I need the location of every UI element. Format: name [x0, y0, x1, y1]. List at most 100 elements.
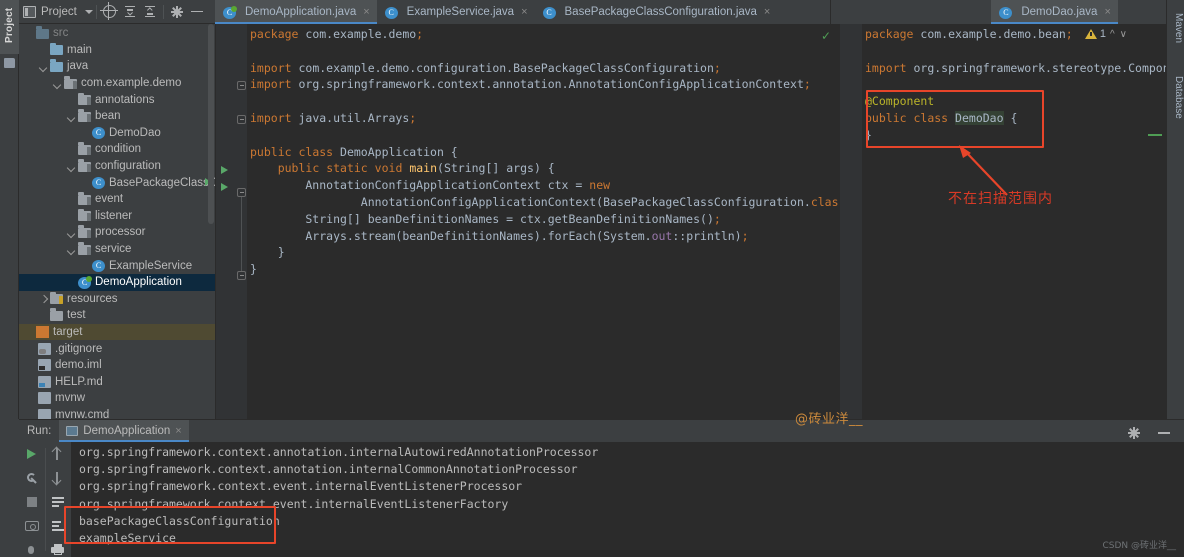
- editor-tab-basepackageclassconfiguration[interactable]: CBasePackageClassConfiguration.java×: [535, 0, 778, 24]
- tree-item-demo-iml[interactable]: demo.iml: [19, 357, 215, 374]
- console-line: org.springframework.context.event.intern…: [79, 497, 1184, 514]
- editor-tab-demoapplication[interactable]: CDemoApplication.java×: [215, 0, 377, 24]
- run-console-output[interactable]: org.springframework.context.annotation.i…: [71, 442, 1184, 557]
- fold-marker-method[interactable]: [237, 188, 246, 197]
- tree-spacer: [25, 377, 34, 386]
- soft-wrap-button[interactable]: [49, 494, 67, 509]
- chevron-down-icon[interactable]: [39, 62, 48, 71]
- project-scrollbar[interactable]: [207, 24, 215, 324]
- markdown-file-icon: [38, 376, 51, 388]
- tree-item-annotations[interactable]: annotations: [19, 91, 215, 108]
- tree-item-processor[interactable]: processor: [19, 224, 215, 241]
- source-folder-icon: [50, 45, 63, 55]
- editor-gutter-left[interactable]: [215, 24, 247, 419]
- code-line: }: [247, 261, 839, 278]
- tree-item-label: bean: [95, 110, 121, 122]
- tool-window-tab-maven[interactable]: Maven: [1166, 2, 1184, 54]
- editor-code-right[interactable]: package com.example.demo.bean; import or…: [862, 24, 1166, 419]
- close-icon[interactable]: ×: [521, 6, 527, 18]
- scroll-to-end-button[interactable]: [49, 518, 67, 533]
- project-toolbar: Project: [19, 0, 215, 24]
- tree-item-basepackageclassconf[interactable]: CBasePackageClassConf: [19, 174, 215, 191]
- tool-window-tab-project[interactable]: Project: [0, 0, 19, 54]
- print-button[interactable]: [49, 542, 67, 557]
- tree-item--gitignore[interactable]: .gitignore: [19, 340, 215, 357]
- tree-item-mvnw-cmd[interactable]: mvnw.cmd: [19, 407, 215, 419]
- close-icon[interactable]: ×: [1104, 6, 1110, 18]
- chevron-down-icon[interactable]: [67, 162, 76, 171]
- tree-item-configuration[interactable]: configuration: [19, 158, 215, 175]
- tree-spacer: [67, 195, 76, 204]
- close-icon[interactable]: ×: [175, 425, 181, 437]
- close-icon[interactable]: ×: [764, 6, 770, 18]
- warning-badge[interactable]: 1 ^ ∨: [1085, 28, 1128, 40]
- chevron-right-icon[interactable]: [39, 294, 48, 303]
- run-tab-demoapplication[interactable]: DemoApplication ×: [59, 420, 188, 442]
- run-tool-window: Run: DemoApplication ×: [19, 419, 1184, 557]
- edit-configuration-button[interactable]: [23, 470, 41, 485]
- minimize-icon[interactable]: [187, 2, 207, 22]
- editor-tab-exampleservice[interactable]: CExampleService.java×: [377, 0, 535, 24]
- tree-item-resources[interactable]: resources: [19, 291, 215, 308]
- scroll-up-button[interactable]: [49, 446, 67, 461]
- tree-item-service[interactable]: service: [19, 241, 215, 258]
- editor-gutter-right[interactable]: [840, 24, 862, 419]
- fold-marker-imports[interactable]: [237, 81, 246, 90]
- tree-item-target[interactable]: target: [19, 324, 215, 341]
- package-icon: [64, 79, 77, 89]
- minimize-icon-run[interactable]: [1154, 423, 1174, 443]
- locate-icon[interactable]: [100, 2, 120, 22]
- editor-pane-demoapplication[interactable]: package com.example.demo; import com.exa…: [215, 24, 839, 419]
- tool-window-tab-database[interactable]: Database: [1166, 62, 1184, 132]
- console-line: exampleService: [79, 531, 1184, 548]
- editor-tab-bar[interactable]: CDemoApplication.java×CExampleService.ja…: [215, 0, 1184, 24]
- tree-item-label: com.example.demo: [81, 77, 181, 89]
- chevron-down-icon-2[interactable]: ∨: [1119, 29, 1128, 40]
- editor-pane-demodao[interactable]: package com.example.demo.bean; import or…: [840, 24, 1166, 419]
- tree-item-test[interactable]: test: [19, 307, 215, 324]
- resources-folder-icon: [50, 294, 63, 304]
- tree-item-condition[interactable]: condition: [19, 141, 215, 158]
- chevron-down-icon[interactable]: [67, 112, 76, 121]
- tree-spacer: [81, 178, 90, 187]
- tree-item-help-md[interactable]: HELP.md: [19, 373, 215, 390]
- inspection-ok-icon[interactable]: ✓: [821, 29, 831, 43]
- editor-tab-demodao[interactable]: CDemoDao.java×: [991, 0, 1118, 24]
- code-line: [247, 93, 839, 110]
- scroll-down-button[interactable]: [49, 470, 67, 485]
- tree-item-com-example-demo[interactable]: com.example.demo: [19, 75, 215, 92]
- collapse-all-icon[interactable]: [140, 2, 160, 22]
- debug-button[interactable]: [23, 542, 41, 557]
- tree-item-src[interactable]: src: [19, 25, 215, 42]
- screenshot-button[interactable]: [23, 518, 41, 533]
- chevron-down-icon[interactable]: [67, 245, 76, 254]
- editor-code-left[interactable]: package com.example.demo; import com.exa…: [247, 24, 839, 419]
- tree-item-java[interactable]: java: [19, 58, 215, 75]
- chevron-down-icon[interactable]: [67, 228, 76, 237]
- folder-icon: [50, 311, 63, 321]
- tree-item-event[interactable]: event: [19, 191, 215, 208]
- tree-item-bean[interactable]: bean: [19, 108, 215, 125]
- fold-marker-import-arrays[interactable]: [237, 115, 246, 124]
- tree-item-label: BasePackageClassConf: [109, 177, 215, 189]
- tree-item-mvnw[interactable]: mvnw: [19, 390, 215, 407]
- tree-item-main[interactable]: main: [19, 42, 215, 59]
- project-tree[interactable]: srcmainjava com.example.demo annotations be…: [19, 24, 215, 419]
- gutter-run-class-icon[interactable]: [221, 166, 228, 174]
- tree-item-exampleservice[interactable]: CExampleService: [19, 257, 215, 274]
- chevron-down-icon[interactable]: [53, 79, 62, 88]
- close-icon[interactable]: ×: [363, 6, 369, 18]
- fold-marker-method-end[interactable]: [237, 271, 246, 280]
- gutter-run-main-icon[interactable]: [221, 183, 228, 191]
- project-title-dropdown[interactable]: Project: [23, 6, 93, 18]
- tree-item-label: service: [95, 243, 131, 255]
- chevron-up-icon[interactable]: ^: [1109, 29, 1116, 40]
- settings-gear-icon[interactable]: [1124, 423, 1144, 443]
- rerun-button[interactable]: [23, 446, 41, 461]
- gear-icon[interactable]: [167, 2, 187, 22]
- tree-item-demodao[interactable]: CDemoDao: [19, 125, 215, 142]
- tree-item-listener[interactable]: listener: [19, 208, 215, 225]
- expand-all-icon[interactable]: [120, 2, 140, 22]
- stop-button[interactable]: [23, 494, 41, 509]
- tree-item-demoapplication[interactable]: CDemoApplication: [19, 274, 215, 291]
